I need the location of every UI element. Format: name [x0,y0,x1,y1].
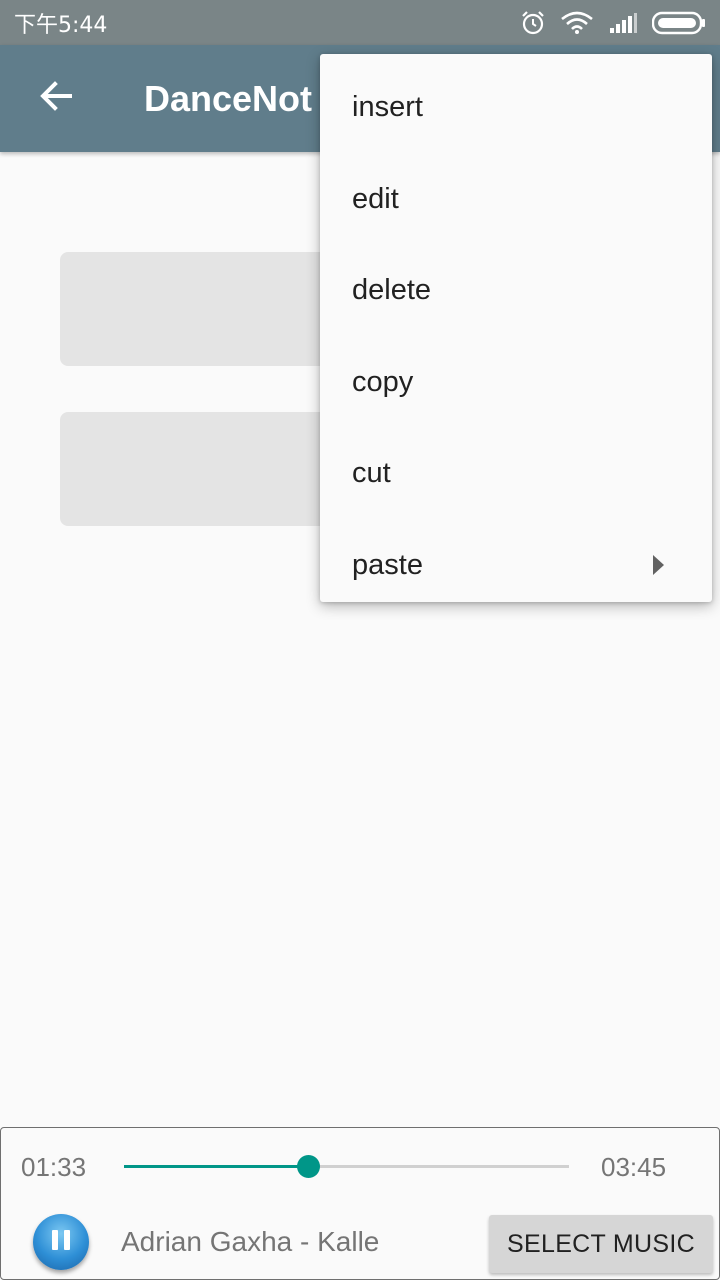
pause-icon [49,1229,73,1255]
select-music-button[interactable]: SELECT MUSIC [489,1215,713,1273]
back-button[interactable] [28,71,84,127]
status-icons [520,10,706,36]
arrow-right-icon [653,555,664,576]
total-time: 03:45 [601,1152,667,1182]
status-time: 下午5:44 [14,12,108,38]
track-name: Adrian Gaxha - Kalle [121,1226,380,1257]
signal-icon [608,12,638,34]
menu-item-label: edit [352,182,399,215]
menu-item-label: delete [352,274,432,307]
battery-icon [652,11,706,35]
menu-item-paste[interactable]: paste [320,520,712,612]
menu-item-edit[interactable]: edit [320,154,712,246]
menu-item-label: insert [352,91,423,124]
wifi-icon [560,11,594,35]
menu-item-copy[interactable]: copy [320,337,712,429]
menu-item-insert[interactable]: insert [320,62,712,154]
alarm-icon [520,10,546,36]
status-bar: 下午5:44 [0,0,720,45]
menu-item-label: copy [352,365,414,398]
play-pause-button[interactable] [33,1214,89,1270]
arrow-back-icon [38,78,74,119]
app-title: DanceNot [144,77,313,119]
seek-bar[interactable] [124,1155,569,1178]
menu-item-label: cut [352,457,391,490]
seek-thumb[interactable] [296,1155,320,1178]
current-time: 01:33 [21,1152,87,1182]
popup-menu: insert edit delete copy cut paste [320,54,712,602]
menu-item-label: paste [352,548,423,581]
seek-progress [124,1165,309,1168]
music-player: 01:33 03:45 Adrian Gaxha - Kalle SELECT … [0,1127,720,1280]
menu-item-delete[interactable]: delete [320,245,712,337]
menu-item-cut[interactable]: cut [320,428,712,520]
